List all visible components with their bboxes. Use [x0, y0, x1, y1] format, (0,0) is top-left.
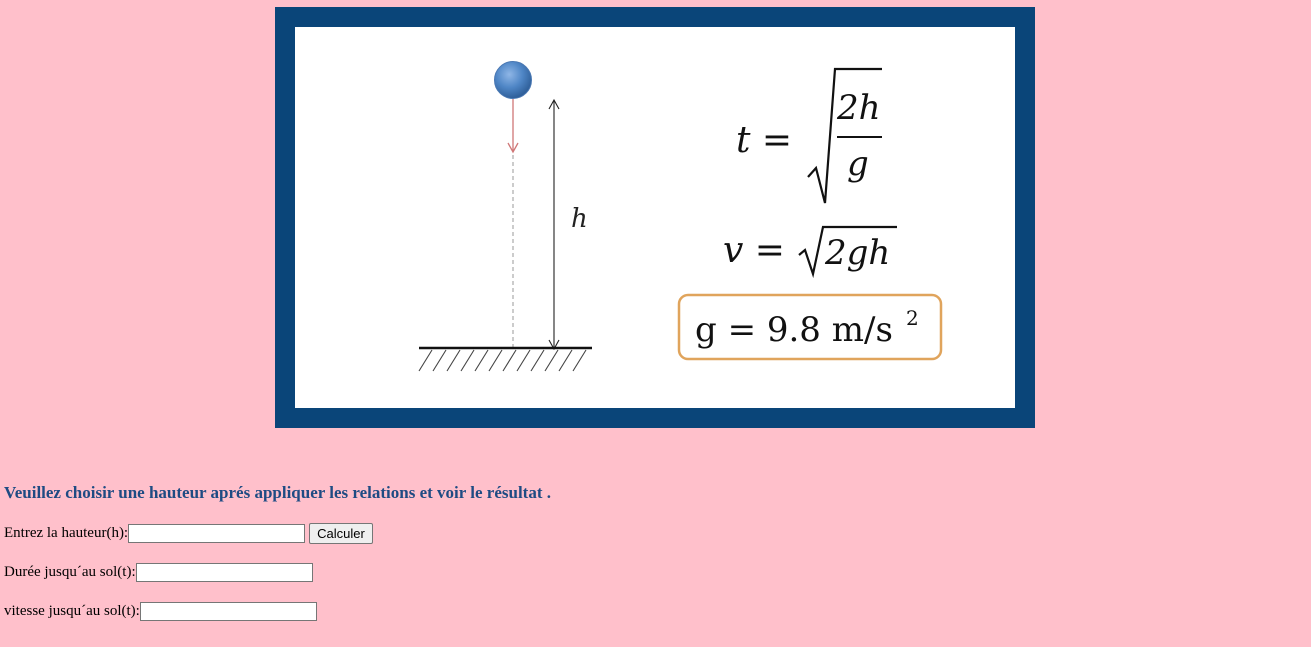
velocity-arrow-icon: [507, 99, 519, 154]
velocity-row: vitesse jusqu´au sol(t):: [4, 600, 317, 622]
height-row: Entrez la hauteur(h): Calculer: [4, 522, 373, 544]
ground-icon: [418, 346, 592, 372]
gravity-constant-box: g = 9.8 m/s 2: [677, 293, 943, 361]
height-arrow-icon: [548, 98, 560, 351]
velocity-formula-lhs: v =: [723, 230, 785, 271]
velocity-formula: v = 2gh: [723, 225, 897, 279]
calculate-button[interactable]: Calculer: [309, 522, 373, 544]
velocity-output-field[interactable]: [139, 601, 317, 621]
figure-frame: h t = 2h g v = 2gh g = 9.8 m/s 2: [275, 7, 1035, 428]
time-label-text: Durée jusqu´au sol(t):: [4, 563, 136, 580]
height-label-text: Entrez la hauteur(h):: [4, 524, 129, 541]
gravity-exponent: 2: [906, 306, 919, 330]
gravity-constant-text: g = 9.8 m/s: [695, 310, 893, 350]
velocity-label-text: vitesse jusqu´au sol(t):: [4, 602, 140, 619]
time-row: Durée jusqu´au sol(t):: [4, 561, 313, 583]
time-formula-lhs: t =: [736, 120, 792, 161]
time-output-field[interactable]: [135, 562, 313, 582]
height-input[interactable]: [128, 523, 306, 543]
free-fall-figure: h t = 2h g v = 2gh g = 9.8 m/s 2: [295, 27, 1015, 408]
velocity-formula-radicand: 2gh: [824, 233, 890, 273]
height-label: h: [571, 204, 588, 234]
instruction-text: Veuillez choisir une hauteur aprés appli…: [4, 483, 551, 502]
time-formula-denominator: g: [847, 144, 869, 184]
time-formula: t = 2h g: [736, 67, 882, 204]
ball-icon: [494, 61, 532, 99]
time-formula-numerator: 2h: [836, 88, 881, 128]
